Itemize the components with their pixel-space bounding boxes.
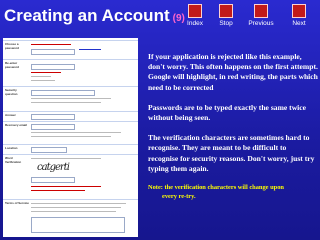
form-row-security: Security question: [3, 86, 138, 111]
form-row-answer: Answer: [3, 111, 138, 121]
form-label-verification: Word Verification: [5, 156, 22, 164]
nav-bar: Index Stop Previous Next: [176, 4, 318, 30]
nav-next-label: Next: [292, 20, 306, 27]
form-row-password: Choose a password: [3, 40, 138, 59]
note-line-2: every re-try.: [162, 192, 196, 200]
answer-field[interactable]: [31, 114, 75, 120]
location-select[interactable]: [31, 147, 67, 153]
nav-index-button[interactable]: Index: [182, 4, 208, 27]
form-label-answer: Answer: [5, 113, 16, 117]
reenter-password-field[interactable]: [31, 64, 75, 70]
stop-icon: [219, 4, 233, 18]
slide-title: Creating an Account (9): [4, 6, 185, 26]
form-label-security: Security question: [5, 88, 18, 96]
explanation-text: If your application is rejected like thi…: [148, 52, 318, 202]
nav-previous-button[interactable]: Previous: [244, 4, 278, 27]
form-label-location: Location: [5, 146, 18, 150]
form-row-location: Location: [3, 144, 138, 154]
next-icon: [292, 4, 306, 18]
form-row-reenter: Re-enter password: [3, 59, 138, 86]
signup-form-screenshot: Choose a password Re-enter password Secu…: [3, 38, 138, 237]
note: Note: the verification characters will c…: [148, 184, 318, 202]
nav-stop-label: Stop: [219, 20, 233, 27]
index-icon: [188, 4, 202, 18]
nav-next-button[interactable]: Next: [284, 4, 314, 27]
form-label-reenter: Re-enter password: [5, 61, 20, 69]
password-field[interactable]: [31, 49, 75, 55]
slide: Creating an Account (9) Index Stop Previo…: [0, 0, 320, 240]
nav-stop-button[interactable]: Stop: [214, 4, 238, 27]
security-question-select[interactable]: [31, 90, 95, 96]
paragraph-verification: The verification characters are sometime…: [148, 133, 315, 173]
form-label-recovery: Recovery email: [5, 123, 28, 127]
previous-icon: [254, 4, 268, 18]
nav-previous-label: Previous: [248, 20, 274, 27]
terms-text-box[interactable]: [31, 217, 125, 233]
slide-title-text: Creating an Account: [4, 6, 170, 25]
form-label-terms: Terms of Service: [5, 201, 29, 205]
form-row-recovery: Recovery email: [3, 121, 138, 144]
captcha-field[interactable]: [31, 177, 75, 183]
paragraph-passwords: Passwords are to be typed exactly the sa…: [148, 102, 307, 123]
recovery-email-field[interactable]: [31, 124, 75, 130]
form-row-terms: Terms of Service: [3, 199, 138, 237]
nav-index-label: Index: [187, 20, 203, 27]
note-line-1: Note: the verification characters will c…: [148, 184, 284, 192]
captcha-image: catgerti: [37, 162, 70, 173]
paragraph-rejected: If your application is rejected like thi…: [148, 52, 318, 92]
form-label-password: Choose a password: [5, 42, 20, 50]
